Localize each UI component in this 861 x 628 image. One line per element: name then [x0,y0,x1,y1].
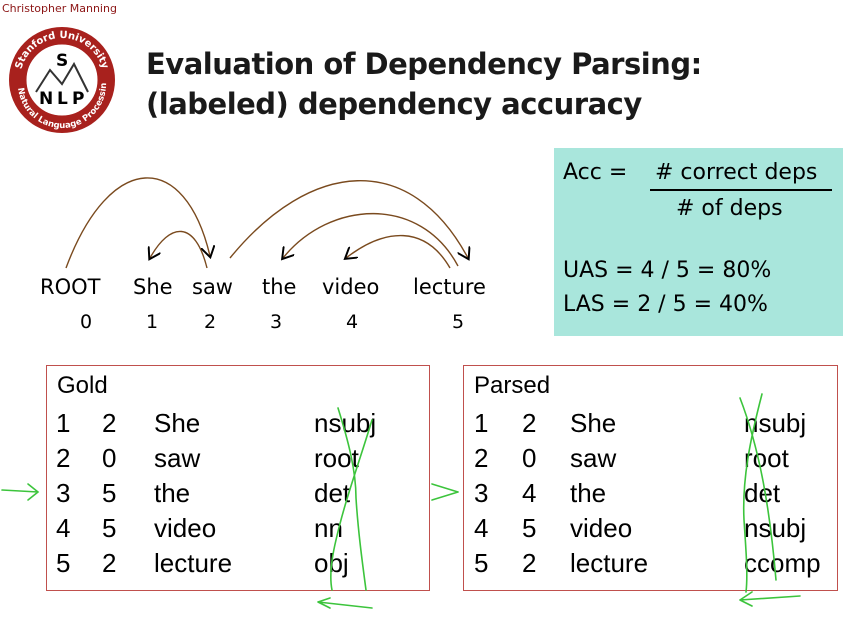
parsed-arrow-mark [739,591,801,607]
gold-check-mark [337,407,367,591]
parsed-cross-stroke [742,393,763,593]
parsed-row-pointer [431,483,459,501]
gold-cross-stroke [330,419,373,591]
gold-arrow-mark [317,597,373,609]
handwritten-annotations [1,393,801,609]
gold-row-pointer [1,483,40,501]
